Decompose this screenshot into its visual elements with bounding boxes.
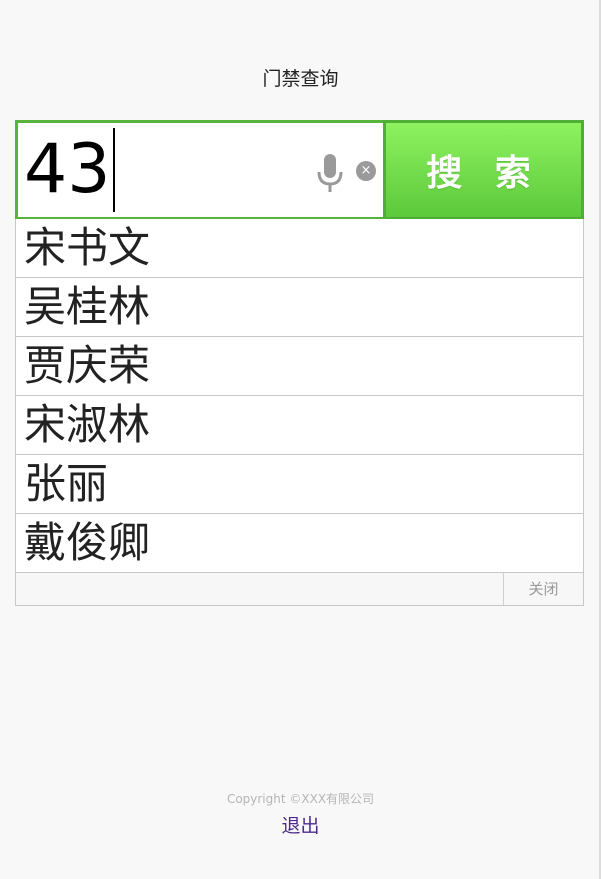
search-input-value: 43 bbox=[24, 130, 111, 209]
result-item[interactable]: 宋书文 bbox=[16, 219, 583, 278]
result-item[interactable]: 戴俊卿 bbox=[16, 514, 583, 573]
search-button[interactable]: 搜 索 bbox=[383, 120, 584, 220]
search-bar: 43 × 搜 索 bbox=[15, 120, 584, 220]
copyright-text: Copyright ©XXX有限公司 bbox=[226, 792, 375, 806]
results-list: 宋书文 吴桂林 贾庆荣 宋淑林 张丽 戴俊卿 关闭 bbox=[15, 219, 584, 606]
close-button[interactable]: 关闭 bbox=[503, 573, 583, 605]
logout-link[interactable]: 退出 bbox=[0, 811, 601, 838]
page-title: 门禁查询 bbox=[262, 68, 339, 90]
result-item[interactable]: 吴桂林 bbox=[16, 278, 583, 337]
result-item[interactable]: 贾庆荣 bbox=[16, 337, 583, 396]
text-caret bbox=[112, 128, 115, 212]
results-footer: 关闭 bbox=[16, 573, 583, 606]
microphone-icon[interactable] bbox=[316, 153, 344, 193]
clear-icon[interactable]: × bbox=[356, 161, 376, 181]
result-item[interactable]: 宋淑林 bbox=[16, 396, 583, 455]
result-item[interactable]: 张丽 bbox=[16, 455, 583, 514]
